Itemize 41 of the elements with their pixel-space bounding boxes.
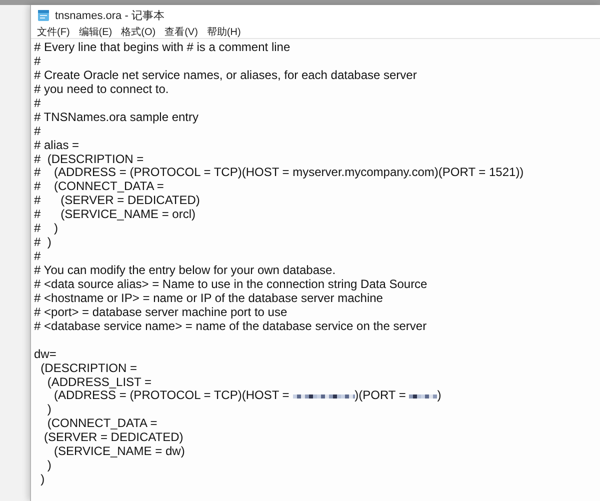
- code-line: (ADDRESS_LIST =: [46, 376, 152, 390]
- menu-item[interactable]: 编辑(E): [78, 24, 112, 38]
- code-line: # alias =: [34, 138, 80, 153]
- code-line: # ): [34, 236, 52, 250]
- code-line: #: [34, 124, 41, 139]
- code-line: ): [40, 473, 45, 488]
- code-text: (ADDRESS = (PROTOCOL = TCP)(HOST =: [54, 389, 290, 404]
- code-line: (SERVER = DEDICATED): [43, 431, 184, 446]
- code-line: ): [46, 403, 52, 418]
- menu-item[interactable]: 格式(O): [121, 24, 156, 38]
- code-line: # (SERVICE_NAME = orcl): [34, 208, 196, 222]
- code-line: (CONNECT_DATA =: [46, 417, 158, 432]
- code-line: # you need to connect to.: [34, 82, 169, 97]
- window-title: tnsnames.ora - 记事本: [55, 8, 164, 22]
- menu-item[interactable]: 文件(F): [37, 24, 70, 38]
- code-line: # (SERVER = DEDICATED): [34, 194, 200, 208]
- code-text: )(PORT =: [354, 389, 407, 404]
- code-line: # <hostname or IP> = name or IP of the database server machine: [34, 292, 383, 306]
- code-line: # (DESCRIPTION =: [34, 152, 144, 166]
- menu-item[interactable]: 帮助(H): [206, 24, 241, 38]
- text-editor[interactable]: [31, 38, 600, 501]
- code-line: (DESCRIPTION =: [40, 362, 138, 376]
- code-line: # <database service name> = name of the database service on the server: [34, 320, 427, 334]
- code-line: # You can modify the entry below for your own database.: [34, 264, 336, 278]
- code-line: dw=: [34, 348, 56, 362]
- code-text: ): [437, 389, 442, 404]
- code-line: # Every line that begins with # is a comment line: [34, 41, 290, 55]
- code-line: # <data source alias> = Name to use in the connection string Data Source: [34, 278, 428, 292]
- code-line: # ): [34, 222, 58, 236]
- menu-item[interactable]: 查看(V): [164, 24, 198, 38]
- code-line: # TNSNames.ora sample entry: [34, 110, 199, 125]
- notepad-icon: [37, 8, 50, 22]
- code-line: # (ADDRESS = (PROTOCOL = TCP)(HOST = myserver.mycompany.com)(PORT = 1521)): [34, 166, 524, 180]
- code-line: # Create Oracle net service names, or aliases, for each database server: [34, 68, 417, 83]
- code-line: (SERVICE_NAME = dw): [53, 445, 185, 460]
- code-line: ): [46, 459, 52, 474]
- code-line: #: [34, 250, 41, 264]
- code-line: #: [34, 54, 41, 69]
- code-line: # (CONNECT_DATA =: [34, 180, 164, 194]
- code-line: #: [34, 96, 41, 111]
- code-line: # <port> = database server machine port to use: [34, 306, 288, 320]
